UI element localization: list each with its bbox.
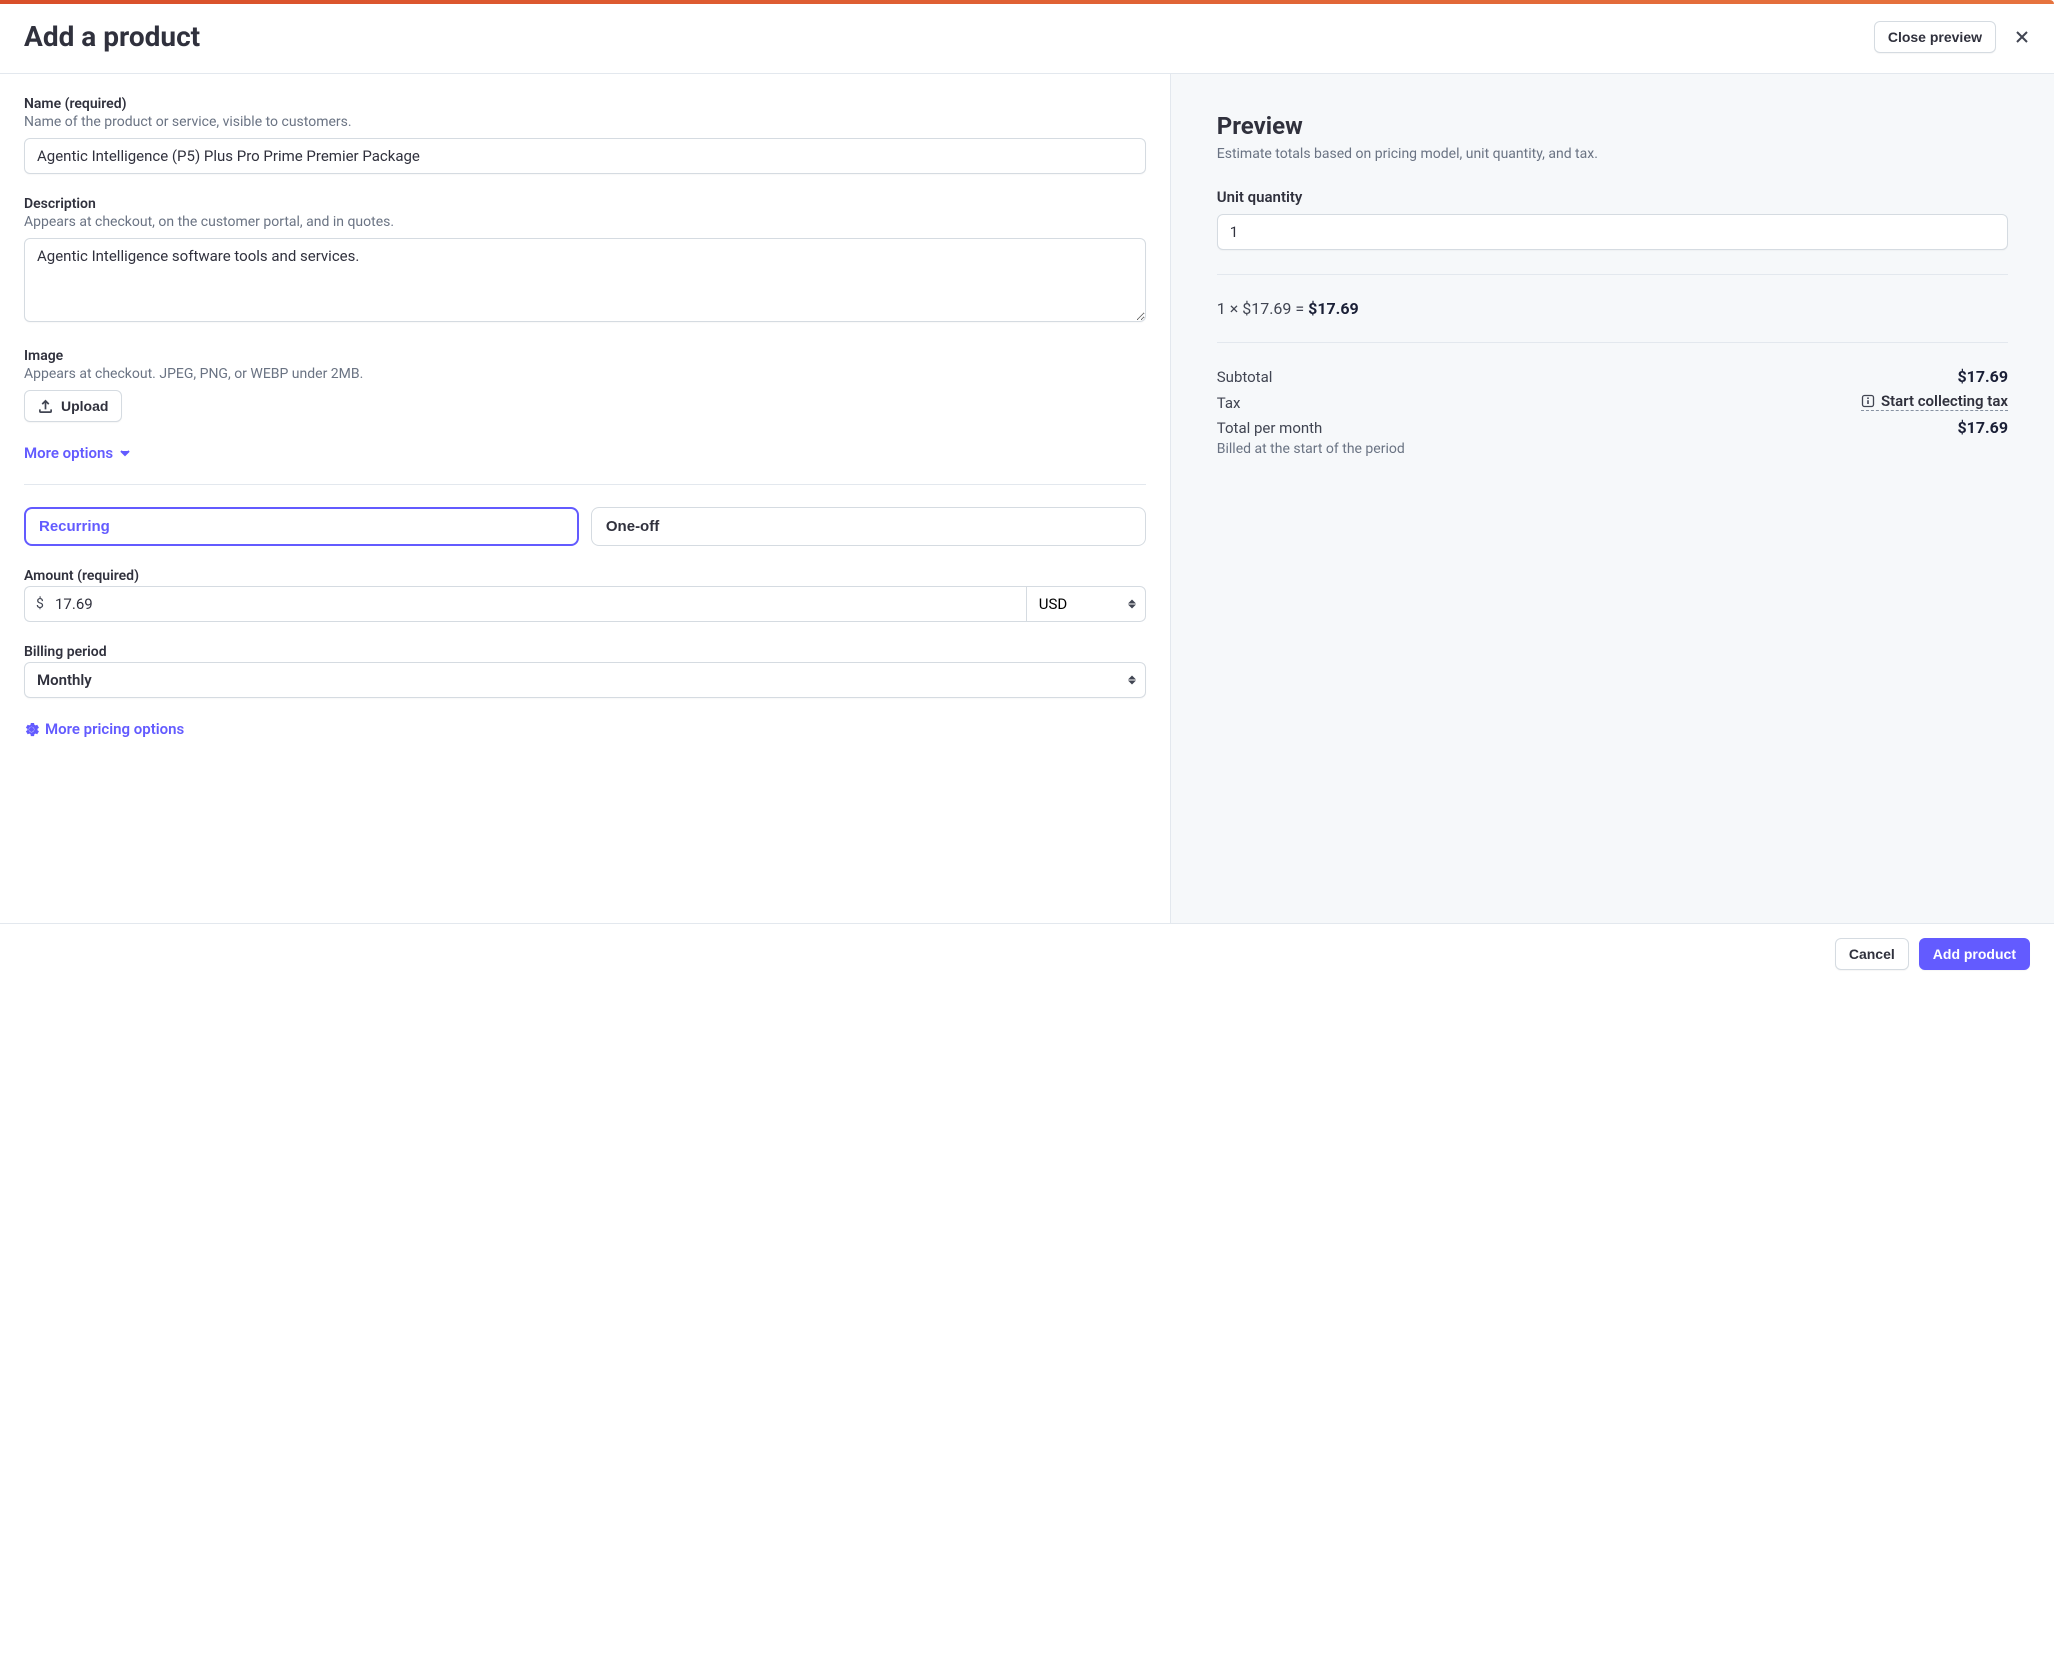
modal-header: Add a product Close preview — [0, 4, 2054, 74]
start-collecting-tax-link[interactable]: Start collecting tax — [1861, 392, 2008, 411]
billing-period-label: Billing period — [24, 644, 1146, 660]
one-off-toggle[interactable]: One-off — [591, 507, 1146, 546]
one-off-label: One-off — [606, 518, 659, 535]
name-label: Name (required) — [24, 96, 1146, 112]
amount-input[interactable] — [24, 586, 1026, 622]
unit-quantity-input[interactable] — [1217, 214, 2008, 250]
subtotal-label: Subtotal — [1217, 368, 1273, 386]
close-preview-label: Close preview — [1888, 29, 1982, 45]
add-product-label: Add product — [1933, 946, 2016, 962]
preview-divider — [1217, 274, 2008, 275]
tax-label: Tax — [1217, 394, 1241, 412]
calc-result: $17.69 — [1308, 299, 1359, 318]
info-icon — [1861, 394, 1875, 408]
upload-icon — [38, 399, 53, 414]
more-options-link[interactable]: More options — [24, 444, 131, 462]
more-pricing-label: More pricing options — [45, 720, 184, 738]
calc-expression: 1 × $17.69 = — [1217, 299, 1308, 318]
more-pricing-link[interactable]: More pricing options — [24, 720, 184, 738]
tax-action-label: Start collecting tax — [1881, 392, 2008, 410]
cancel-label: Cancel — [1849, 946, 1895, 962]
billing-period-select[interactable]: Monthly — [24, 662, 1146, 698]
gear-icon — [24, 722, 39, 737]
more-options-label: More options — [24, 444, 113, 462]
name-input[interactable] — [24, 138, 1146, 174]
divider — [24, 484, 1146, 485]
add-product-button[interactable]: Add product — [1919, 938, 2030, 970]
upload-label: Upload — [61, 398, 108, 414]
name-help: Name of the product or service, visible … — [24, 114, 1146, 130]
calculation-line: 1 × $17.69 = $17.69 — [1217, 299, 2008, 318]
description-label: Description — [24, 196, 1146, 212]
preview-divider — [1217, 342, 2008, 343]
close-icon[interactable] — [2014, 29, 2030, 45]
recurring-toggle[interactable]: Recurring — [24, 507, 579, 546]
billed-note: Billed at the start of the period — [1217, 441, 2008, 457]
modal-footer: Cancel Add product — [0, 923, 2054, 984]
currency-select[interactable]: USD — [1026, 586, 1146, 622]
currency-symbol: $ — [36, 596, 44, 612]
description-input[interactable]: Agentic Intelligence software tools and … — [24, 238, 1146, 322]
preview-subtitle: Estimate totals based on pricing model, … — [1217, 146, 2008, 162]
image-help: Appears at checkout. JPEG, PNG, or WEBP … — [24, 366, 1146, 382]
preview-title: Preview — [1217, 112, 2008, 140]
description-help: Appears at checkout, on the customer por… — [24, 214, 1146, 230]
recurring-label: Recurring — [39, 518, 110, 535]
cancel-button[interactable]: Cancel — [1835, 938, 1909, 970]
total-label: Total per month — [1217, 419, 1323, 437]
close-preview-button[interactable]: Close preview — [1874, 21, 1996, 53]
unit-quantity-label: Unit quantity — [1217, 188, 2008, 206]
form-column: Name (required) Name of the product or s… — [0, 74, 1171, 923]
subtotal-value: $17.69 — [1957, 367, 2008, 386]
pricing-type-toggle: Recurring One-off — [24, 507, 1146, 546]
image-label: Image — [24, 348, 1146, 364]
chevron-down-icon — [119, 447, 131, 459]
total-value: $17.69 — [1957, 418, 2008, 437]
page-title: Add a product — [24, 20, 200, 53]
preview-panel: Preview Estimate totals based on pricing… — [1171, 74, 2054, 923]
amount-label: Amount (required) — [24, 568, 1146, 584]
upload-button[interactable]: Upload — [24, 390, 122, 422]
